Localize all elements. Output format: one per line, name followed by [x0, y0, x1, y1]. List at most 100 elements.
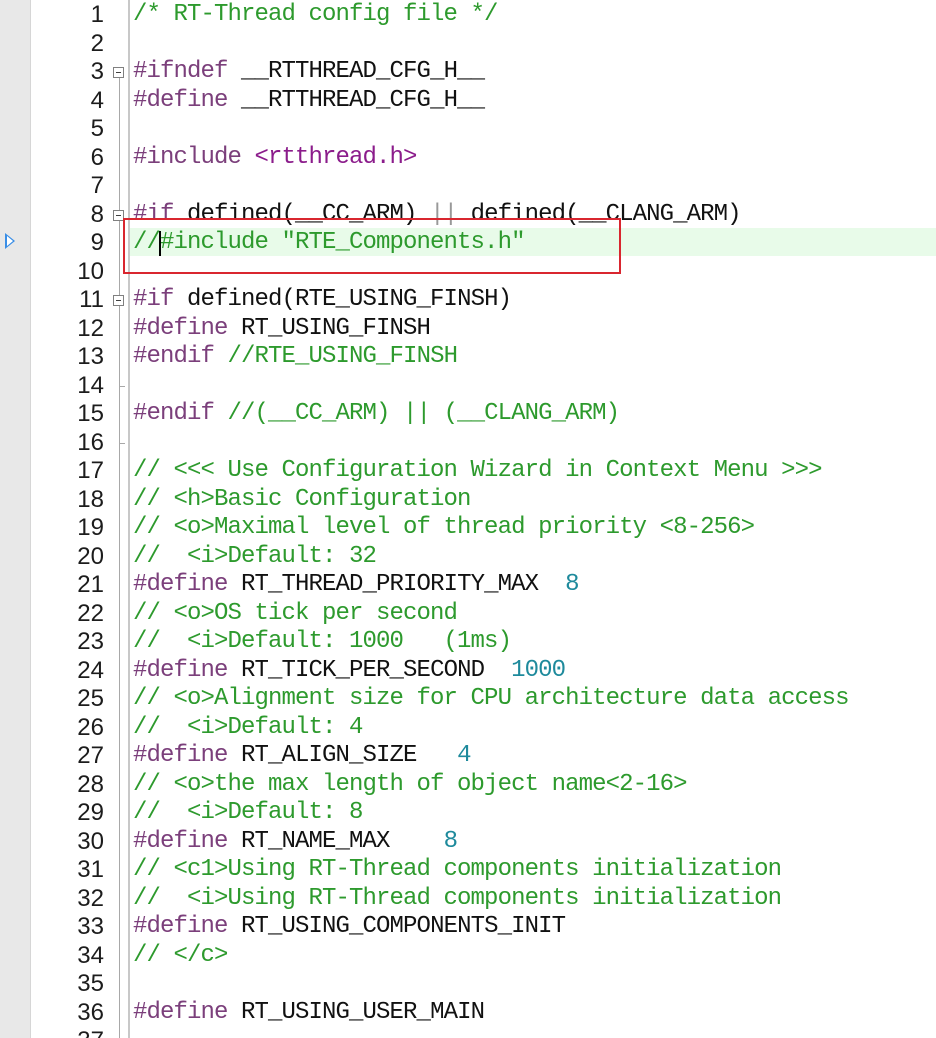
code-text[interactable]: #if defined(RTE_USING_FINSH): [133, 286, 512, 314]
code-token: // <i>Using RT-Thread components initial…: [133, 884, 782, 912]
code-text[interactable]: // <i>Default: 4: [133, 714, 363, 742]
code-token: RT_USING_USER_MAIN: [241, 998, 485, 1026]
code-text[interactable]: // <i>Default: 8: [133, 799, 363, 827]
code-token: #define: [133, 86, 242, 114]
line-number: 23: [77, 628, 104, 655]
code-token: __RTTHREAD_CFG_H__: [241, 58, 485, 85]
code-token: #ifndef: [133, 58, 242, 85]
code-line-7[interactable]: 7: [0, 172, 936, 201]
code-line-35[interactable]: 35: [0, 970, 936, 999]
code-line-32[interactable]: 32 // <i>Using RT-Thread components initi…: [0, 885, 936, 914]
line-number: 31: [77, 856, 104, 883]
code-text[interactable]: // <i>Default: 1000 (1ms): [133, 628, 512, 656]
code-line-22[interactable]: 22 // <o>OS tick per second: [0, 600, 936, 629]
line-number: 30: [77, 827, 104, 855]
code-text[interactable]: #define RT_THREAD_PRIORITY_MAX 8: [133, 571, 579, 599]
code-token: #define: [133, 571, 242, 598]
code-text[interactable]: #endif //(__CC_ARM) || (__CLANG_ARM): [133, 400, 620, 428]
code-line-20[interactable]: 20 // <i>Default: 32: [0, 543, 936, 572]
code-line-29[interactable]: 29 // <i>Default: 8: [0, 799, 936, 828]
code-token: // <o>the max length of object name<2-16…: [133, 770, 688, 798]
code-line-16[interactable]: 16: [0, 429, 936, 458]
code-line-18[interactable]: 18 // <h>Basic Configuration: [0, 486, 936, 515]
code-line-6[interactable]: 6 #include <rtthread.h>: [0, 144, 936, 173]
code-line-25[interactable]: 25 // <o>Alignment size for CPU architect…: [0, 685, 936, 714]
code-line-28[interactable]: 28 // <o>the max length of object name<2-…: [0, 771, 936, 800]
code-token: #define: [133, 998, 242, 1026]
code-text[interactable]: #ifndef __RTTHREAD_CFG_H__: [133, 58, 485, 86]
code-line-36[interactable]: 36 #define RT_USING_USER_MAIN: [0, 999, 936, 1028]
code-line-14[interactable]: 14: [0, 372, 936, 401]
code-line-31[interactable]: 31 // <c1>Using RT-Thread components init…: [0, 856, 936, 885]
line-number: 33: [77, 913, 104, 940]
line-number: 32: [77, 884, 104, 912]
line-number: 5: [90, 115, 104, 142]
code-line-5[interactable]: 5: [0, 115, 936, 144]
code-text[interactable]: // <h>Basic Configuration: [133, 486, 471, 514]
code-token: RT_USING_COMPONENTS_INIT: [241, 913, 566, 940]
code-text[interactable]: #include <rtthread.h>: [133, 144, 417, 172]
annotation-highlight-box: [123, 218, 621, 274]
code-text[interactable]: #define RT_NAME_MAX 8: [133, 827, 458, 856]
code-token: #define: [133, 656, 242, 684]
code-token: <rtthread.h>: [254, 143, 418, 171]
code-text[interactable]: #define RT_ALIGN_SIZE 4: [133, 742, 471, 770]
code-line-11[interactable]: 11 #if defined(RTE_USING_FINSH): [0, 286, 936, 315]
code-line-2[interactable]: 2: [0, 30, 936, 59]
code-text[interactable]: // <<< Use Configuration Wizard in Conte…: [133, 457, 823, 485]
code-token: RT_THREAD_PRIORITY_MAX: [241, 571, 566, 598]
code-line-24[interactable]: 24 #define RT_TICK_PER_SECOND 1000: [0, 657, 936, 686]
code-line-3[interactable]: 3 #ifndef __RTTHREAD_CFG_H__: [0, 58, 936, 87]
code-token: // <o>Alignment size for CPU architectur…: [133, 685, 850, 712]
code-line-17[interactable]: 17 // <<< Use Configuration Wizard in Con…: [0, 457, 936, 486]
line-number: 8: [90, 200, 104, 228]
code-line-37[interactable]: 37: [0, 1027, 936, 1038]
code-text[interactable]: // <c1>Using RT-Thread components initia…: [133, 856, 782, 884]
code-text[interactable]: #define RT_USING_USER_MAIN: [133, 998, 485, 1027]
code-text[interactable]: #define __RTTHREAD_CFG_H__: [133, 86, 485, 115]
code-editor[interactable]: 1 /* RT-Thread config file */ 2 3 #ifndef __…: [0, 0, 936, 1038]
code-line-4[interactable]: 4 #define __RTTHREAD_CFG_H__: [0, 87, 936, 116]
code-token: #define: [133, 742, 242, 769]
code-line-23[interactable]: 23 // <i>Default: 1000 (1ms): [0, 628, 936, 657]
code-text[interactable]: // <o>OS tick per second: [133, 600, 458, 628]
code-line-1[interactable]: 1 /* RT-Thread config file */: [0, 1, 936, 30]
line-number: 27: [77, 742, 104, 769]
code-token: /* RT-Thread config file */: [133, 1, 498, 28]
code-text[interactable]: #define RT_TICK_PER_SECOND 1000: [133, 656, 566, 685]
line-number: 19: [77, 514, 104, 541]
code-text[interactable]: #endif //RTE_USING_FINSH: [133, 343, 458, 371]
code-token: 8: [565, 571, 579, 598]
code-text[interactable]: #define RT_USING_COMPONENTS_INIT: [133, 913, 566, 941]
code-text[interactable]: /* RT-Thread config file */: [133, 1, 498, 29]
code-line-26[interactable]: 26 // <i>Default: 4: [0, 714, 936, 743]
code-text[interactable]: // <o>Maximal level of thread priority <…: [133, 514, 755, 542]
code-line-27[interactable]: 27 #define RT_ALIGN_SIZE 4: [0, 742, 936, 771]
code-text[interactable]: // <i>Default: 32: [133, 542, 377, 571]
code-line-19[interactable]: 19 // <o>Maximal level of thread priority…: [0, 514, 936, 543]
line-number: 21: [77, 571, 104, 598]
code-line-15[interactable]: 15 #endif //(__CC_ARM) || (__CLANG_ARM): [0, 400, 936, 429]
code-token: #define: [133, 314, 242, 342]
line-number: 36: [77, 998, 104, 1026]
code-text[interactable]: #define RT_USING_FINSH: [133, 314, 431, 343]
code-line-33[interactable]: 33 #define RT_USING_COMPONENTS_INIT: [0, 913, 936, 942]
code-line-13[interactable]: 13 #endif //RTE_USING_FINSH: [0, 343, 936, 372]
code-token: //RTE_USING_FINSH: [227, 343, 458, 370]
code-text[interactable]: // <o>the max length of object name<2-16…: [133, 770, 688, 799]
code-text[interactable]: // <i>Using RT-Thread components initial…: [133, 884, 782, 913]
line-number: 12: [77, 314, 104, 342]
code-token: // <i>Default: 32: [133, 542, 377, 570]
code-line-12[interactable]: 12 #define RT_USING_FINSH: [0, 315, 936, 344]
code-text[interactable]: // </c>: [133, 942, 228, 970]
code-token: RT_NAME_MAX: [241, 827, 444, 855]
code-text[interactable]: // <o>Alignment size for CPU architectur…: [133, 685, 850, 713]
code-token: #endif: [133, 400, 228, 427]
line-number: 18: [77, 485, 104, 513]
code-token: // <i>Default: 1000 (1ms): [133, 628, 512, 655]
code-line-30[interactable]: 30 #define RT_NAME_MAX 8: [0, 828, 936, 857]
line-number: 3: [90, 58, 104, 85]
code-line-21[interactable]: 21 #define RT_THREAD_PRIORITY_MAX 8: [0, 571, 936, 600]
code-token: #define: [133, 827, 242, 855]
code-line-34[interactable]: 34 // </c>: [0, 942, 936, 971]
